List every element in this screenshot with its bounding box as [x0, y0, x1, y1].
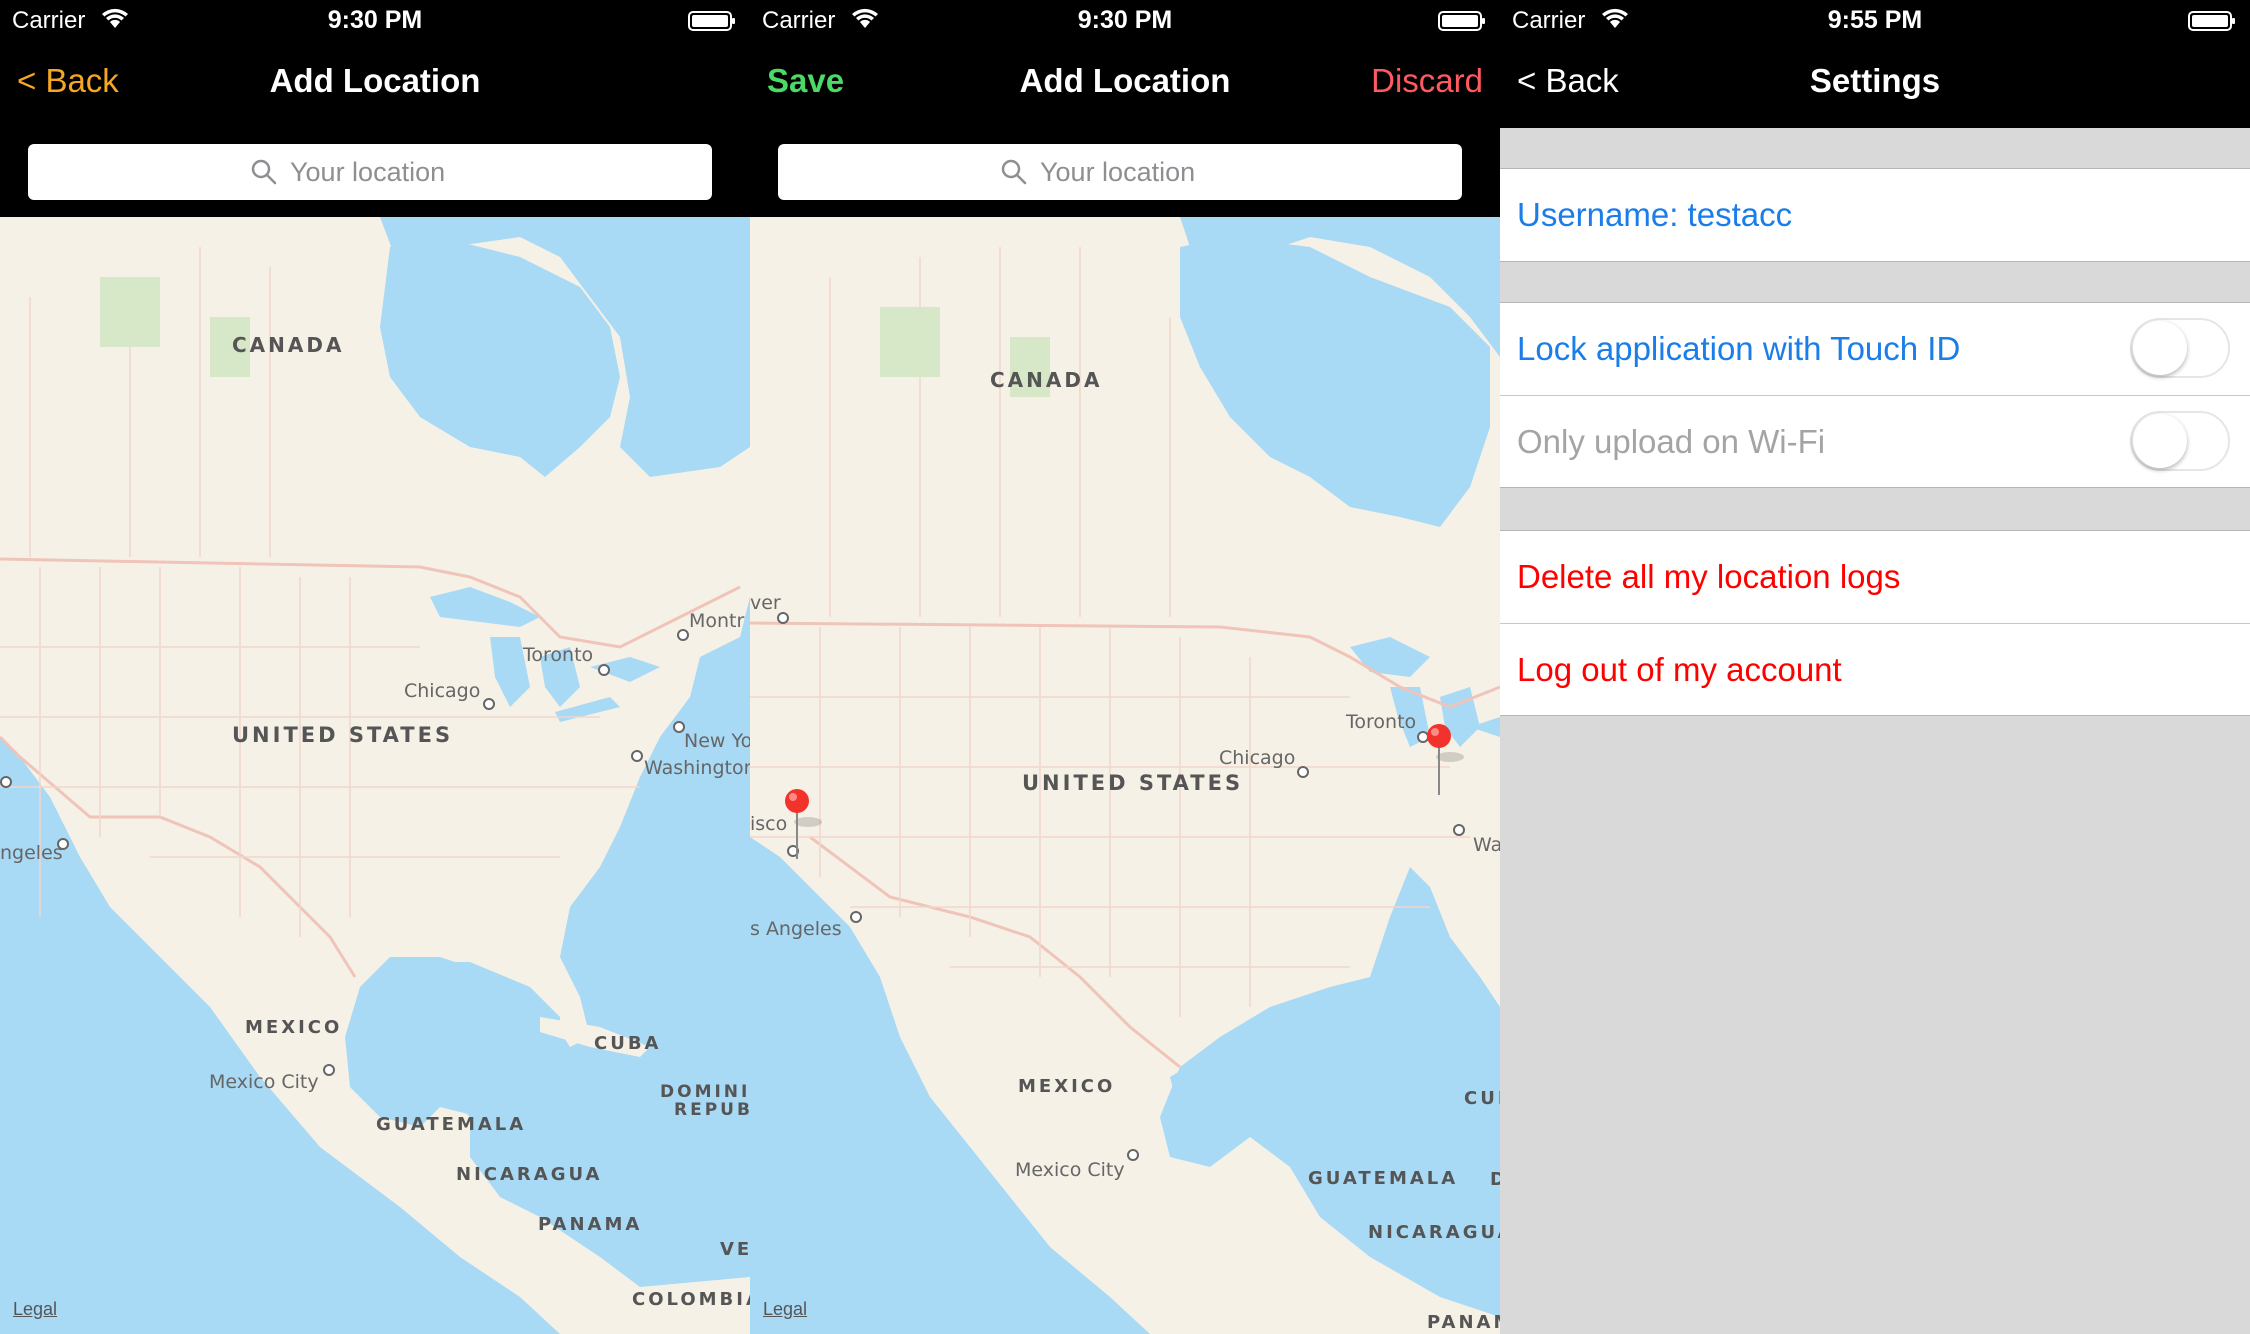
wifi-upload-row: Only upload on Wi-Fi: [1500, 395, 2250, 487]
status-time: 9:30 PM: [1077, 6, 1173, 34]
discard-button[interactable]: Discard: [1371, 62, 1483, 100]
settings-screen: Carrier 9:55 PM < Back Settings Username…: [1500, 0, 2250, 1334]
toggle-knob: [2133, 414, 2187, 468]
touch-id-toggle[interactable]: [2130, 318, 2230, 378]
map-label-san-francisco: isco: [750, 813, 787, 835]
account-group: Username: testacc: [1500, 168, 2250, 262]
map-view[interactable]: CANADA UNITED STATES MEXICO CUBA GUATEMA…: [0, 217, 750, 1334]
search-input[interactable]: [290, 156, 490, 188]
page-title: Add Location: [269, 62, 481, 99]
map-label-chicago: Chicago: [404, 680, 480, 702]
navigation-bar: Save Add Location Discard: [750, 40, 1500, 128]
map-label-los-angeles: ngeles: [0, 842, 63, 864]
map-label-nicaragua: NICARAGUA: [1368, 1222, 1500, 1243]
legal-link[interactable]: Legal: [13, 1299, 57, 1320]
map-label-guatemala: GUATEMALA: [376, 1114, 526, 1135]
settings-list: Username: testacc Lock application with …: [1500, 128, 2250, 1334]
search-bar[interactable]: [28, 144, 712, 200]
map-label-nicaragua: NICARAGUA: [456, 1164, 602, 1185]
map-canvas[interactable]: CANADA UNITED STATES MEXICO CUBA GUATEMA…: [0, 217, 750, 1334]
battery-icon: [1438, 11, 1486, 31]
search-bar[interactable]: [778, 144, 1462, 200]
map-label-cuba: CUBA: [594, 1033, 661, 1054]
delete-logs-row[interactable]: Delete all my location logs: [1500, 531, 2250, 623]
wifi-upload-toggle[interactable]: [2130, 411, 2230, 471]
map-label-vancouver: ver: [750, 592, 781, 614]
map-label-toronto: Toronto: [522, 644, 593, 666]
navigation-bar: < Back Settings: [1500, 40, 2250, 128]
add-location-screen-1: Carrier 9:30 PM < Back Add Location Your…: [0, 0, 750, 1334]
map-label-canada: CANADA: [990, 368, 1102, 392]
logout-label: Log out of my account: [1517, 650, 1842, 688]
map-view[interactable]: CANADA UNITED STATES MEXICO CUBA GUATEMA…: [750, 217, 1500, 1334]
status-bar: Carrier 9:30 PM: [0, 0, 750, 40]
map-label-mexico: MEXICO: [245, 1017, 342, 1038]
navigation-bar: < Back Add Location: [0, 40, 750, 128]
map-label-panama: PANAMA: [538, 1214, 642, 1235]
legal-link[interactable]: Legal: [763, 1299, 807, 1320]
map-label-washington: Washington: [644, 757, 750, 779]
map-label-usa: UNITED STATES: [1022, 771, 1243, 795]
search-bar-container: [0, 128, 750, 217]
map-label-new-york: New Yo: [684, 730, 750, 752]
wifi-upload-label: Only upload on Wi-Fi: [1517, 422, 1826, 460]
battery-icon: [2188, 11, 2236, 31]
map-label-los-angeles: s Angeles: [750, 918, 842, 940]
search-bar-container: [750, 128, 1500, 217]
touch-id-row: Lock application with Touch ID: [1500, 303, 2250, 395]
search-icon: [250, 158, 278, 186]
map-label-mexico: MEXICO: [1018, 1076, 1115, 1097]
map-label-usa: UNITED STATES: [232, 723, 453, 747]
danger-group: Delete all my location logs Log out of m…: [1500, 530, 2250, 716]
touch-id-label: Lock application with Touch ID: [1517, 330, 1961, 367]
map-canvas[interactable]: CANADA UNITED STATES MEXICO CUBA GUATEMA…: [750, 217, 1500, 1334]
toggle-knob: [2133, 321, 2187, 375]
map-label-canada: CANADA: [232, 333, 344, 357]
search-input[interactable]: [1040, 156, 1240, 188]
page-title: Settings: [1809, 62, 1941, 99]
preferences-group: Lock application with Touch ID Only uplo…: [1500, 302, 2250, 488]
search-icon: [1000, 158, 1028, 186]
username-row[interactable]: Username: testacc: [1500, 169, 2250, 261]
map-label-colombia: COLOMBIA: [632, 1289, 750, 1310]
logout-row[interactable]: Log out of my account: [1500, 623, 2250, 715]
map-label-panama: PANAMA: [1427, 1312, 1500, 1333]
map-label-washington: Was: [1473, 834, 1500, 856]
map-label-guatemala: GUATEMALA: [1308, 1168, 1458, 1189]
battery-icon: [688, 11, 736, 31]
status-time: 9:55 PM: [1827, 6, 1923, 34]
username-label: Username: testacc: [1517, 196, 1793, 233]
map-label-dominican-1: DOMINI: [660, 1082, 750, 1102]
map-label-chicago: Chicago: [1219, 747, 1295, 769]
map-label-mexico-city: Mexico City: [1015, 1159, 1125, 1181]
map-label-venezuela: VE: [720, 1239, 750, 1260]
status-bar: Carrier 9:55 PM: [1500, 0, 2250, 40]
map-label-dominican: D: [1490, 1169, 1500, 1190]
map-label-montreal: Montr: [689, 610, 745, 632]
map-label-toronto: Toronto: [1345, 711, 1416, 733]
status-bar: Carrier 9:30 PM: [750, 0, 1500, 40]
map-label-mexico-city: Mexico City: [209, 1071, 319, 1093]
add-location-screen-2: Carrier 9:30 PM Save Add Location Discar…: [750, 0, 1500, 1334]
status-time: 9:30 PM: [327, 6, 423, 34]
map-label-dominican-2: REPUB: [674, 1100, 750, 1120]
delete-logs-label: Delete all my location logs: [1517, 558, 1901, 595]
map-label-cuba: CUBA: [1464, 1088, 1500, 1109]
